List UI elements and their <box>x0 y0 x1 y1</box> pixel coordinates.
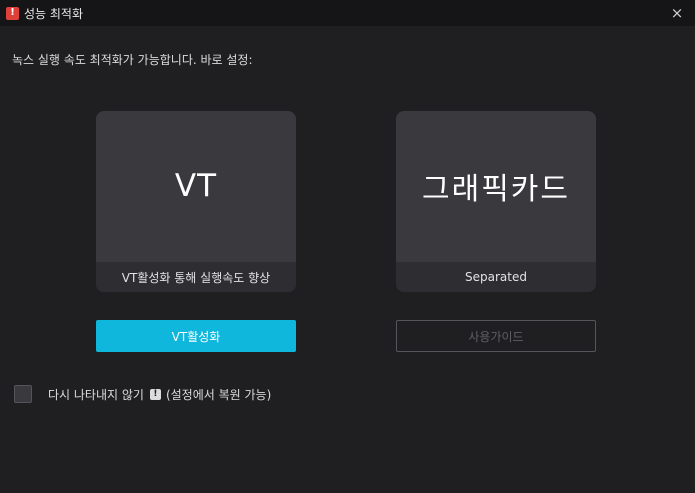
restore-note: (설정에서 복원 가능) <box>165 387 272 402</box>
dont-show-again-label: 다시 나타내지 않기 <box>48 387 144 402</box>
vt-card[interactable]: VT VT활성화 통해 실행속도 향상 <box>96 111 296 292</box>
vt-card-caption: VT활성화 통해 실행속도 향상 <box>96 262 296 292</box>
dont-show-again-checkbox[interactable] <box>14 385 32 403</box>
close-icon[interactable]: × <box>669 4 685 22</box>
graphics-card-card[interactable]: 그래픽카드 Separated <box>396 111 596 292</box>
window-title: 성능 최적화 <box>24 6 84 21</box>
performance-optimization-dialog: ! 성능 최적화 × 녹스 실행 속도 최적화가 가능합니다. 바로 설정: V… <box>0 0 695 493</box>
title-bar[interactable]: ! 성능 최적화 × <box>0 0 695 26</box>
description-text: 녹스 실행 속도 최적화가 가능합니다. 바로 설정: <box>12 53 253 67</box>
graphics-card-title: 그래픽카드 <box>422 172 570 207</box>
graphics-card-caption: Separated <box>396 262 596 292</box>
vt-card-title: VT <box>174 168 218 204</box>
alert-icon: ! <box>6 6 19 20</box>
info-icon: ! <box>149 388 161 400</box>
user-guide-button[interactable]: 사용가이드 <box>396 320 596 352</box>
dont-show-again-row: 다시 나타내지 않기 ! (설정에서 복원 가능) <box>14 385 271 403</box>
vt-enable-button[interactable]: VT활성화 <box>96 320 296 352</box>
